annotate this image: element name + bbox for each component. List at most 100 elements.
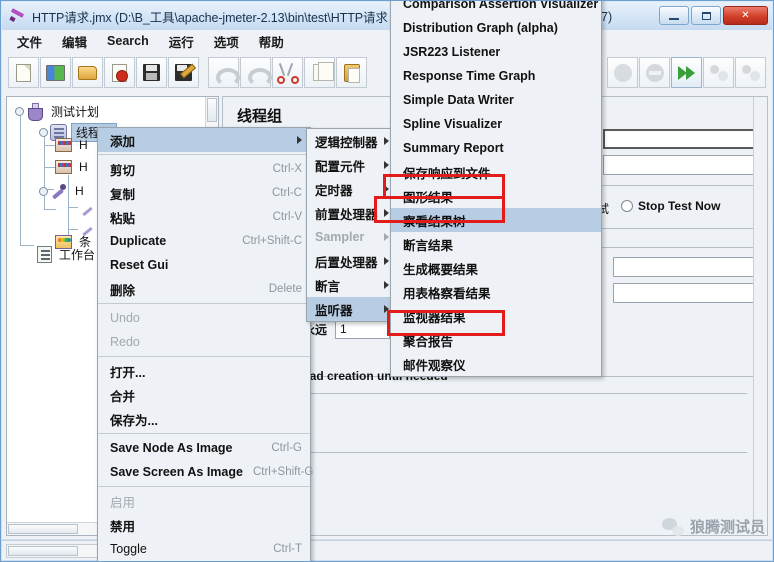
add-submenu-item-timer[interactable]: 定时器 — [307, 177, 393, 201]
tree-node-test-plan[interactable]: 测试计划 — [15, 102, 102, 121]
context-menu-item-save-as[interactable]: 保存为... — [98, 407, 310, 431]
listener-item-monitor-results[interactable]: 监视器结果 — [391, 304, 601, 328]
listener-item-view-results-in-table[interactable]: 用表格察看结果 — [391, 280, 601, 304]
http-request-icon — [55, 160, 72, 174]
node-context-menu[interactable]: 添加 剪切 Ctrl-X 复制 Ctrl-C 粘贴 Ctrl-V Duplica… — [97, 127, 313, 561]
listener-item-summary-report[interactable]: Summary Report — [391, 136, 601, 160]
toolbar-start[interactable] — [671, 57, 702, 88]
toolbar-paste[interactable] — [336, 57, 367, 88]
add-submenu[interactable]: 逻辑控制器 配置元件 定时器 前置处理器 Sampler 后置处理器 断言 监听… — [306, 128, 394, 322]
window-controls: ✕ — [659, 6, 768, 25]
toolbar-copy[interactable] — [304, 57, 335, 88]
open-folder-icon — [78, 65, 97, 80]
ramp-up-field[interactable] — [613, 257, 767, 277]
listener-item-assertion-results[interactable]: 断言结果 — [391, 232, 601, 256]
toolbar-templates[interactable] — [40, 57, 71, 88]
tree-node-label: H — [75, 184, 84, 198]
toolbar-start-no-pauses[interactable] — [703, 57, 734, 88]
tree-expand-handle[interactable] — [39, 128, 48, 137]
context-menu-item-cut[interactable]: 剪切 Ctrl-X — [98, 157, 310, 181]
listener-item-response-time-graph[interactable]: Response Time Graph — [391, 64, 601, 88]
add-submenu-item-listener[interactable]: 监听器 — [307, 297, 393, 321]
maximize-button[interactable] — [691, 6, 721, 25]
menubar-item-help[interactable]: 帮助 — [250, 30, 293, 53]
listener-item-generate-summary-results[interactable]: 生成概要结果 — [391, 256, 601, 280]
tree-expand-handle[interactable] — [39, 186, 48, 196]
toolbar-close[interactable] — [104, 57, 135, 88]
close-button[interactable]: ✕ — [723, 6, 768, 25]
loop-count-field[interactable] — [613, 283, 767, 303]
toolbar-save[interactable] — [136, 57, 167, 88]
listener-item-distribution-graph[interactable]: Distribution Graph (alpha) — [391, 16, 601, 40]
listener-item-jsr223-listener[interactable]: JSR223 Listener — [391, 40, 601, 64]
context-menu-item-save-screen-as-image[interactable]: Save Screen As Image Ctrl+Shift-G — [98, 460, 313, 484]
context-menu-item-save-node-as-image[interactable]: Save Node As Image Ctrl-G — [98, 436, 310, 460]
listener-item-comparison-assertion-visualizer[interactable]: Comparison Assertion Visualizer — [391, 1, 601, 16]
toolbar-clear[interactable] — [607, 57, 638, 88]
add-submenu-item-post-processor[interactable]: 后置处理器 — [307, 249, 393, 273]
add-submenu-item-pre-processor[interactable]: 前置处理器 — [307, 201, 393, 225]
toolbar-cut[interactable] — [272, 57, 303, 88]
context-menu-item-delete[interactable]: 删除 Delete — [98, 277, 310, 301]
context-menu-item-disable[interactable]: 禁用 — [98, 513, 310, 537]
menubar-item-options[interactable]: 选项 — [205, 30, 248, 53]
chevron-right-icon — [384, 233, 389, 241]
comments-field[interactable] — [603, 155, 767, 175]
toolbar-save-as[interactable] — [168, 57, 199, 88]
tree-node-http-request-2[interactable]: H — [55, 160, 91, 174]
add-submenu-item-assertion[interactable]: 断言 — [307, 273, 393, 297]
menubar-item-run[interactable]: 运行 — [160, 30, 203, 53]
tree-line — [20, 245, 34, 246]
minimize-button[interactable] — [659, 6, 689, 25]
tree-node-preprocessor[interactable]: H — [39, 182, 87, 200]
tree-node-label: 测试计划 — [51, 104, 100, 119]
add-submenu-item-logic-controller[interactable]: 逻辑控制器 — [307, 129, 393, 153]
tree-node-label: 工作台 — [59, 248, 96, 262]
tree-line — [44, 209, 56, 210]
toolbar — [2, 52, 772, 93]
context-menu-item-paste[interactable]: 粘贴 Ctrl-V — [98, 205, 310, 229]
toolbar-open[interactable] — [72, 57, 103, 88]
undo-arrow-icon — [215, 66, 240, 87]
context-menu-item-merge[interactable]: 合并 — [98, 383, 310, 407]
listener-item-spline-visualizer[interactable]: Spline Visualizer — [391, 112, 601, 136]
panel-vertical-scrollbar[interactable] — [753, 97, 767, 535]
tree-node-workbench[interactable]: 工作台 — [37, 246, 98, 263]
toolbar-clear-all[interactable] — [639, 57, 670, 88]
stop-test-now-radio[interactable]: Stop Test Now — [621, 199, 720, 213]
listener-item-aggregate-report[interactable]: 聚合报告 — [391, 328, 601, 352]
toolbar-undo[interactable] — [208, 57, 240, 88]
menubar-item-search[interactable]: Search — [98, 32, 158, 50]
name-field[interactable] — [603, 129, 767, 149]
add-submenu-item-config-element[interactable]: 配置元件 — [307, 153, 393, 177]
listener-item-view-results-tree[interactable]: 察看结果树 — [391, 208, 601, 232]
tree-expand-handle[interactable] — [15, 106, 24, 116]
loop-count-input[interactable]: 1 — [335, 319, 391, 339]
listener-submenu[interactable]: Comparison Assertion Visualizer Distribu… — [390, 1, 602, 377]
context-menu-item-duplicate[interactable]: Duplicate Ctrl+Shift-C — [98, 229, 310, 253]
menubar-item-file[interactable]: 文件 — [8, 30, 51, 53]
context-menu-item-open[interactable]: 打开... — [98, 359, 310, 383]
tree-line — [68, 207, 78, 208]
listener-item-mailer-visualizer[interactable]: 邮件观察仪 — [391, 352, 601, 376]
toolbar-stop[interactable] — [735, 57, 766, 88]
chevron-right-icon — [384, 161, 389, 169]
context-menu-item-add[interactable]: 添加 — [98, 128, 310, 152]
listener-item-simple-data-writer[interactable]: Simple Data Writer — [391, 88, 601, 112]
radio-icon — [621, 200, 633, 212]
toolbar-redo[interactable] — [240, 57, 272, 88]
scrollbar-thumb[interactable] — [207, 98, 217, 122]
context-menu-item-copy[interactable]: 复制 Ctrl-C — [98, 181, 310, 205]
scrollbar-thumb[interactable] — [8, 524, 78, 534]
tree-node-http-request-1[interactable]: H — [55, 138, 91, 152]
context-menu-item-undo: Undo — [110, 311, 140, 325]
menubar-item-edit[interactable]: 编辑 — [53, 30, 96, 53]
scrollbar-thumb[interactable] — [8, 546, 78, 556]
context-menu-item-reset-gui[interactable]: Reset Gui — [98, 253, 310, 277]
context-menu-item-toggle[interactable]: Toggle Ctrl-T — [98, 537, 310, 561]
templates-icon — [46, 64, 65, 81]
listener-item-save-responses-to-file[interactable]: 保存响应到文件 — [391, 160, 601, 184]
toolbar-new-test-plan[interactable] — [8, 57, 39, 88]
stop-icon — [741, 64, 760, 82]
listener-item-graph-results[interactable]: 图形结果 — [391, 184, 601, 208]
